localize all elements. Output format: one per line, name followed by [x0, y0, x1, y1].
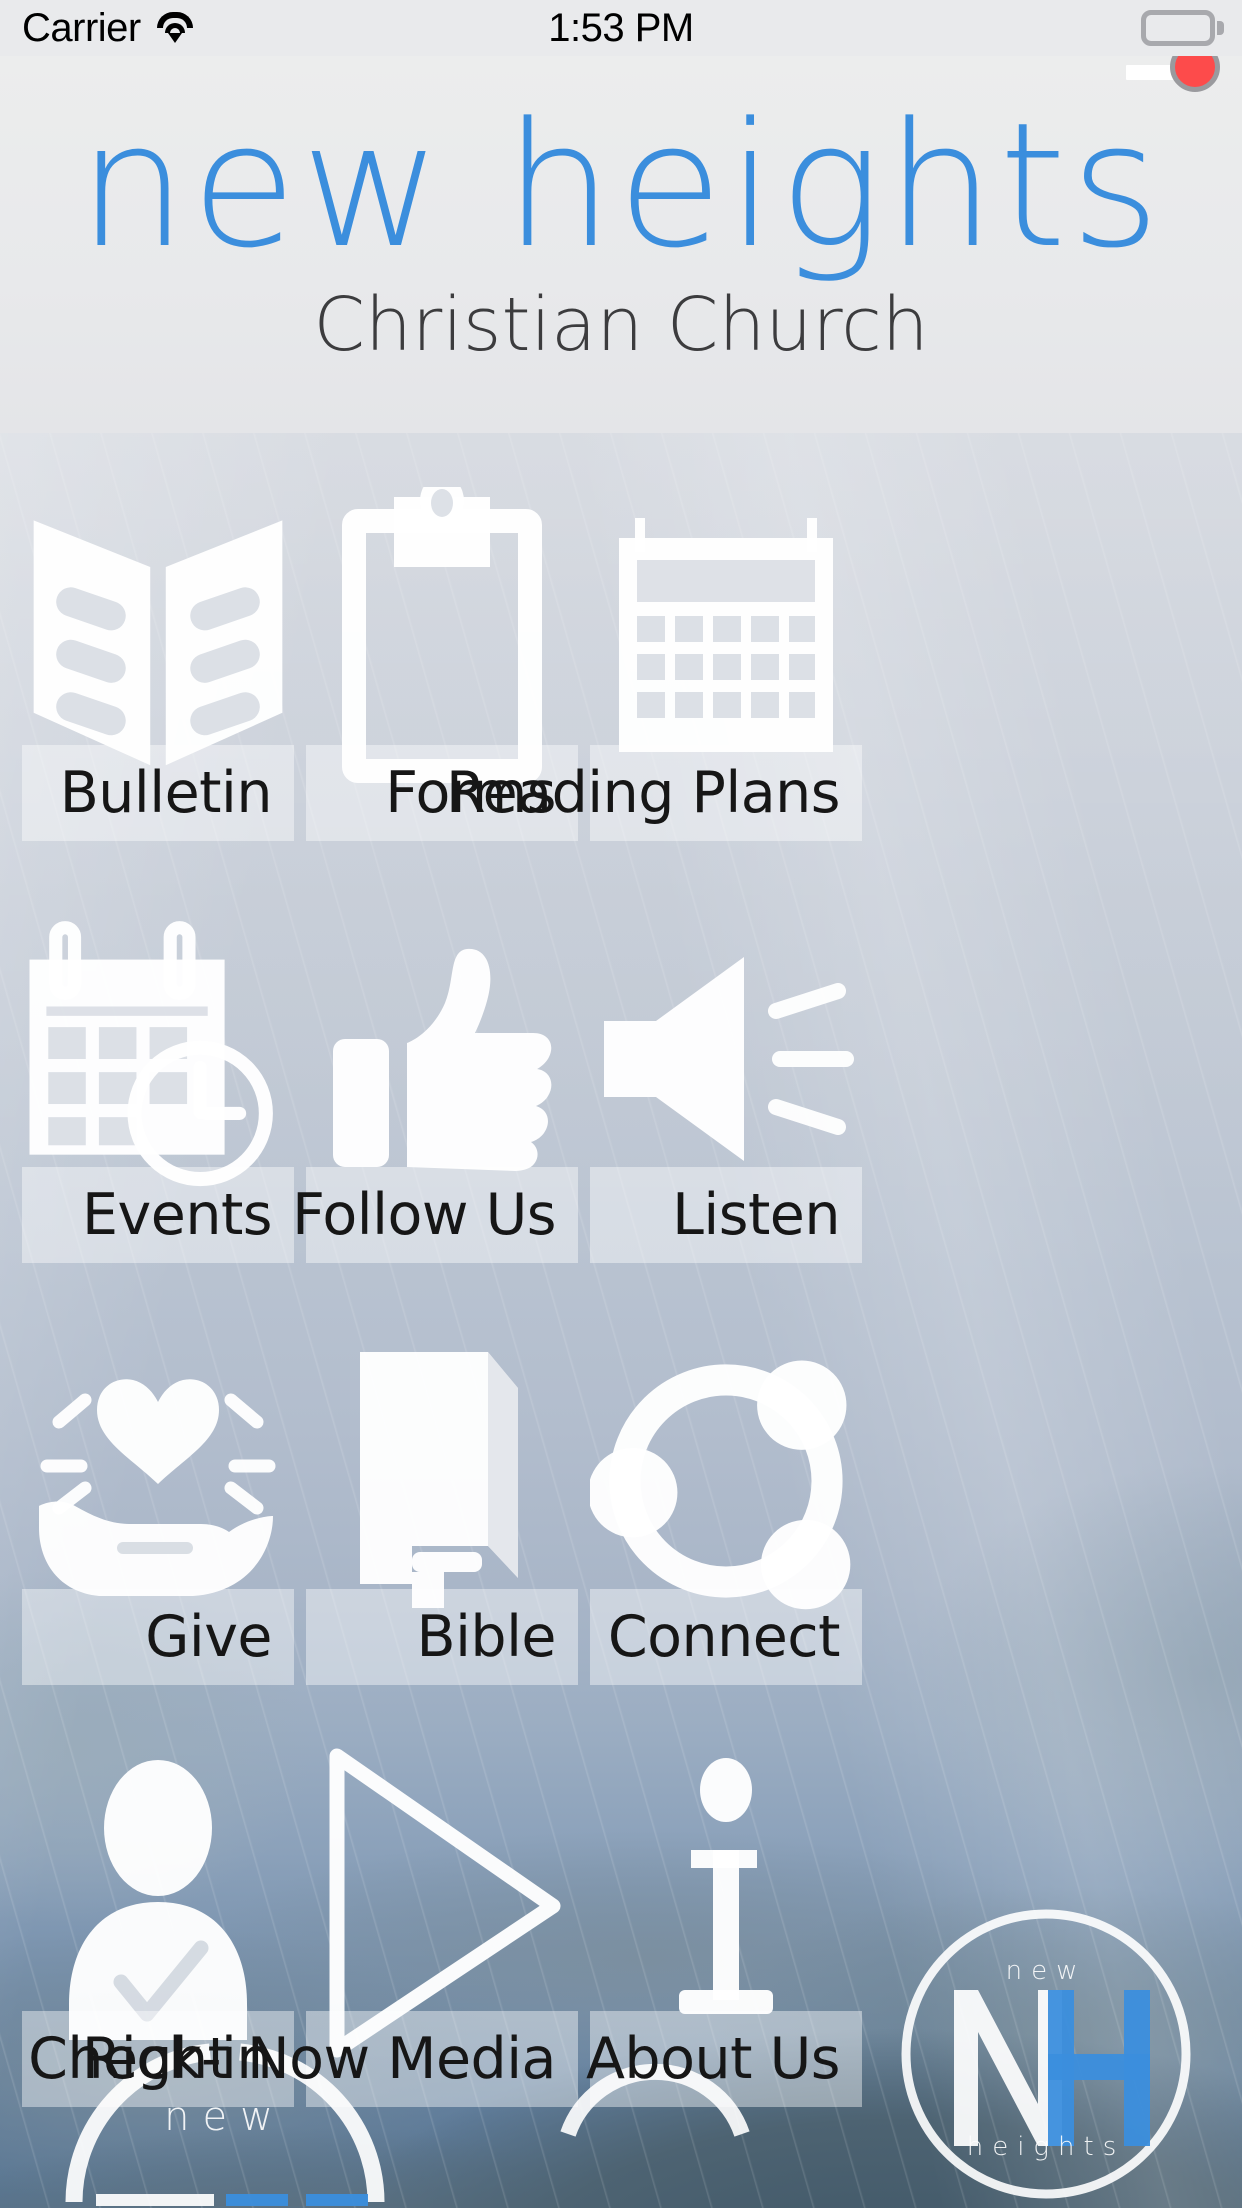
status-bar-right: [1141, 10, 1224, 46]
tile-follow-us[interactable]: Follow Us: [292, 855, 578, 1263]
status-bar: Carrier 1:53 PM: [0, 0, 1242, 56]
tile-reading-plans[interactable]: Reading Plans: [446, 433, 862, 841]
tile-bible[interactable]: Bible: [306, 1277, 578, 1685]
tile-label: Connect: [590, 1589, 862, 1685]
page-subtitle: Christian Church: [313, 282, 929, 368]
tile-about-us[interactable]: About Us: [586, 1699, 862, 2107]
battery-icon: [1141, 10, 1215, 46]
tile-label: Events: [22, 1167, 294, 1263]
tile-label: Bible: [306, 1589, 578, 1685]
page-title: new heights: [77, 85, 1165, 286]
tile-label: Reading Plans: [446, 745, 862, 841]
tile-listen[interactable]: Listen: [590, 855, 862, 1263]
tile-give[interactable]: Give: [22, 1277, 294, 1685]
tile-bulletin[interactable]: Bulletin: [22, 433, 294, 841]
tile-label: Right Now Media: [82, 2011, 578, 2107]
tile-connect[interactable]: Connect: [590, 1277, 862, 1685]
tile-label: Bulletin: [22, 745, 294, 841]
app-header: new heights Christian Church: [0, 56, 1242, 433]
status-bar-clock: 1:53 PM: [548, 5, 694, 50]
feature-grid: Bulletin Forms Reading Plans Events Foll…: [0, 433, 1242, 2208]
tile-events[interactable]: Events: [22, 855, 294, 1263]
tile-label: Follow Us: [292, 1167, 578, 1263]
tile-label: Listen: [590, 1167, 862, 1263]
battery-cap-icon: [1217, 21, 1224, 35]
tile-label: Give: [22, 1589, 294, 1685]
tile-right-now-media[interactable]: Right Now Media: [82, 1699, 578, 2107]
tile-label: About Us: [586, 2011, 862, 2107]
